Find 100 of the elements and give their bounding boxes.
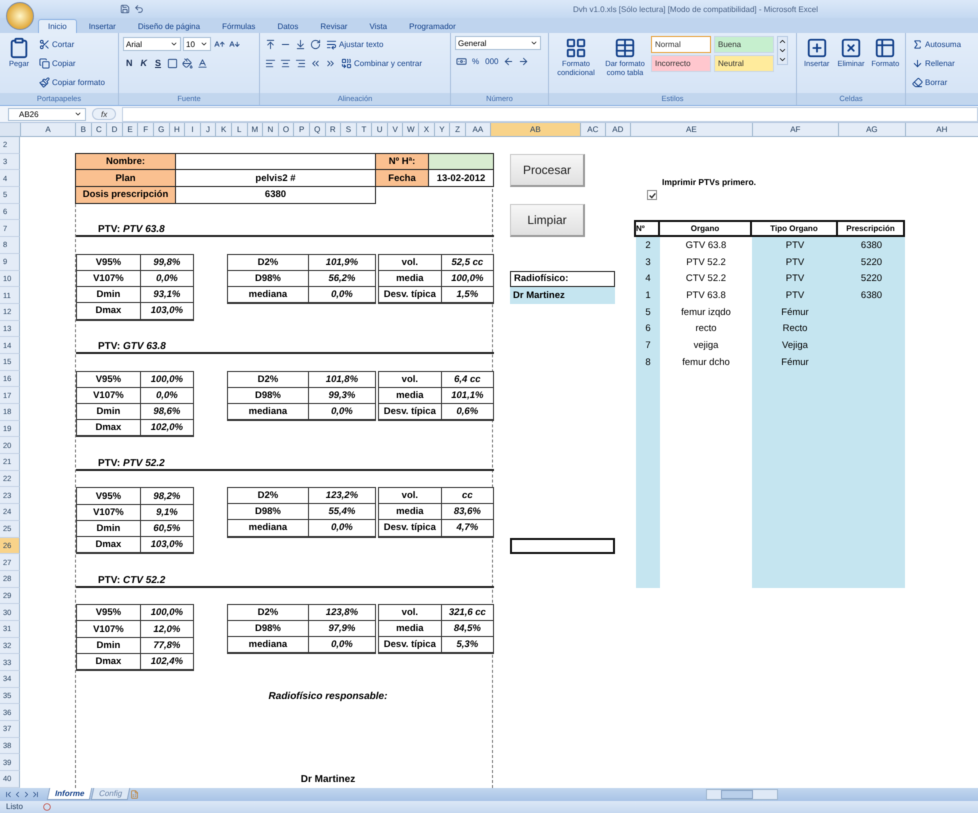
column-header[interactable]: T xyxy=(356,123,372,136)
table-cell: D98% xyxy=(228,270,309,287)
column-header[interactable]: V xyxy=(388,123,404,136)
column-header[interactable]: J xyxy=(200,123,216,136)
sheet-tab[interactable]: Informe xyxy=(46,788,93,800)
office-button[interactable] xyxy=(6,2,34,30)
table-cell: 103,0% xyxy=(140,537,193,554)
number-style-button[interactable]: % xyxy=(470,53,482,69)
gallery-scroller[interactable] xyxy=(777,36,788,65)
font-size-select[interactable]: 10 xyxy=(183,37,211,51)
editing-button[interactable]: Borrar xyxy=(910,74,964,90)
macro-button[interactable]: Limpiar xyxy=(510,204,585,238)
section-title: PTV: GTV 63.8 xyxy=(98,340,166,352)
number-format-select[interactable]: General xyxy=(455,36,541,50)
clipboard-button[interactable]: Copiar formato xyxy=(37,74,107,90)
column-header[interactable]: R xyxy=(326,123,342,136)
horizontal-scrollbar[interactable] xyxy=(706,788,778,800)
active-cell[interactable] xyxy=(510,538,615,554)
cell-style-option[interactable]: Normal xyxy=(651,36,711,53)
column-header[interactable]: L xyxy=(232,123,248,136)
font-select[interactable]: Arial xyxy=(123,37,181,51)
ribbon-tab[interactable]: Fórmulas xyxy=(212,19,266,33)
border-icon xyxy=(167,58,178,68)
column-header[interactable]: AE xyxy=(630,123,753,136)
format-button[interactable]: S xyxy=(152,55,164,71)
cell-style-option[interactable]: Neutral xyxy=(714,55,774,72)
table-cell: mediana xyxy=(228,286,309,303)
number-style-button[interactable]: 000 xyxy=(483,53,500,69)
table-cell: 99,3% xyxy=(308,388,375,404)
format-button[interactable]: N xyxy=(123,55,136,71)
table-cell-text: PTV xyxy=(784,256,806,270)
column-header[interactable]: S xyxy=(341,123,357,136)
table-cell: 101,1% xyxy=(442,388,493,404)
column-header[interactable]: B xyxy=(76,123,92,136)
cell-style-option[interactable]: Buena xyxy=(714,36,774,53)
insert-function-button[interactable]: fx xyxy=(92,108,116,120)
column-header[interactable]: G xyxy=(154,123,170,136)
table-cell: 100,0% xyxy=(442,270,493,287)
table-cell: 101,9% xyxy=(308,254,375,271)
ribbon-tab[interactable]: Insertar xyxy=(78,19,126,33)
column-header[interactable]: I xyxy=(185,123,201,136)
column-header[interactable]: AG xyxy=(838,123,906,136)
column-header[interactable]: N xyxy=(263,123,279,136)
first-sheet-icon[interactable] xyxy=(4,790,13,799)
name-box[interactable]: AB26 xyxy=(8,108,86,120)
header-label: Nombre: xyxy=(75,152,176,170)
column-header[interactable]: O xyxy=(278,123,294,136)
column-header[interactable]: Q xyxy=(310,123,326,136)
column-header[interactable]: C xyxy=(92,123,108,136)
column-header[interactable]: AC xyxy=(580,123,606,136)
column-header[interactable]: AH xyxy=(906,123,978,136)
column-header[interactable]: A xyxy=(21,123,76,136)
formula-field[interactable] xyxy=(122,106,978,122)
ribbon-tab[interactable]: Programador xyxy=(399,19,466,33)
column-header[interactable]: AF xyxy=(752,123,839,136)
column-header[interactable]: W xyxy=(403,123,420,136)
table-cell-text: 6 xyxy=(644,322,652,336)
cell-style-option[interactable]: Incorrecto xyxy=(651,55,711,72)
save-icon[interactable] xyxy=(120,4,130,14)
format-button[interactable]: K xyxy=(138,55,150,71)
last-sheet-icon[interactable] xyxy=(31,790,40,799)
table-cell-text: 5 xyxy=(644,306,652,320)
ribbon-tab[interactable]: Inicio xyxy=(38,19,77,33)
record-macro-icon[interactable] xyxy=(42,802,51,811)
column-header[interactable]: E xyxy=(122,123,138,136)
column-header[interactable]: D xyxy=(107,123,123,136)
column-header[interactable]: X xyxy=(419,123,435,136)
column-header[interactable]: P xyxy=(294,123,310,136)
ribbon-tab[interactable]: Revisar xyxy=(310,19,358,33)
clipboard-button[interactable]: Cortar xyxy=(37,36,107,52)
column-header[interactable]: Z xyxy=(450,123,466,136)
column-header[interactable]: K xyxy=(216,123,232,136)
table-cell: 0,6% xyxy=(442,404,493,420)
table-cell: V107% xyxy=(77,504,141,521)
column-header[interactable]: M xyxy=(248,123,264,136)
merge-button[interactable]: Combinar y centrar xyxy=(339,55,424,71)
column-header[interactable]: AD xyxy=(606,123,631,136)
column-header[interactable]: AB xyxy=(490,123,581,136)
table-cell: 93,1% xyxy=(140,287,193,304)
table-cell: vol. xyxy=(379,488,442,504)
table-cell-text: femur dcho xyxy=(681,356,731,370)
previous-sheet-icon[interactable] xyxy=(13,790,22,799)
square-x-icon xyxy=(840,37,862,59)
ribbon-tab[interactable]: Diseño de página xyxy=(128,19,210,33)
arrow-right-icon xyxy=(518,56,530,66)
print-checkbox[interactable] xyxy=(647,190,657,200)
clipboard-button[interactable]: Copiar xyxy=(37,55,107,71)
wrap-text-button[interactable]: Ajustar texto xyxy=(324,36,386,52)
next-sheet-icon[interactable] xyxy=(22,790,31,799)
column-header[interactable]: H xyxy=(170,123,186,136)
column-header[interactable]: U xyxy=(372,123,388,136)
ribbon-tab[interactable]: Datos xyxy=(267,19,308,33)
undo-icon[interactable] xyxy=(134,4,144,14)
ribbon-tab[interactable]: Vista xyxy=(359,19,398,33)
macro-button[interactable]: Procesar xyxy=(510,154,585,188)
group-footer xyxy=(906,93,978,105)
column-header[interactable]: F xyxy=(138,123,154,136)
column-header[interactable]: Y xyxy=(434,123,450,136)
editing-button[interactable]: Rellenar xyxy=(910,55,964,71)
editing-button[interactable]: Autosuma xyxy=(910,36,964,52)
